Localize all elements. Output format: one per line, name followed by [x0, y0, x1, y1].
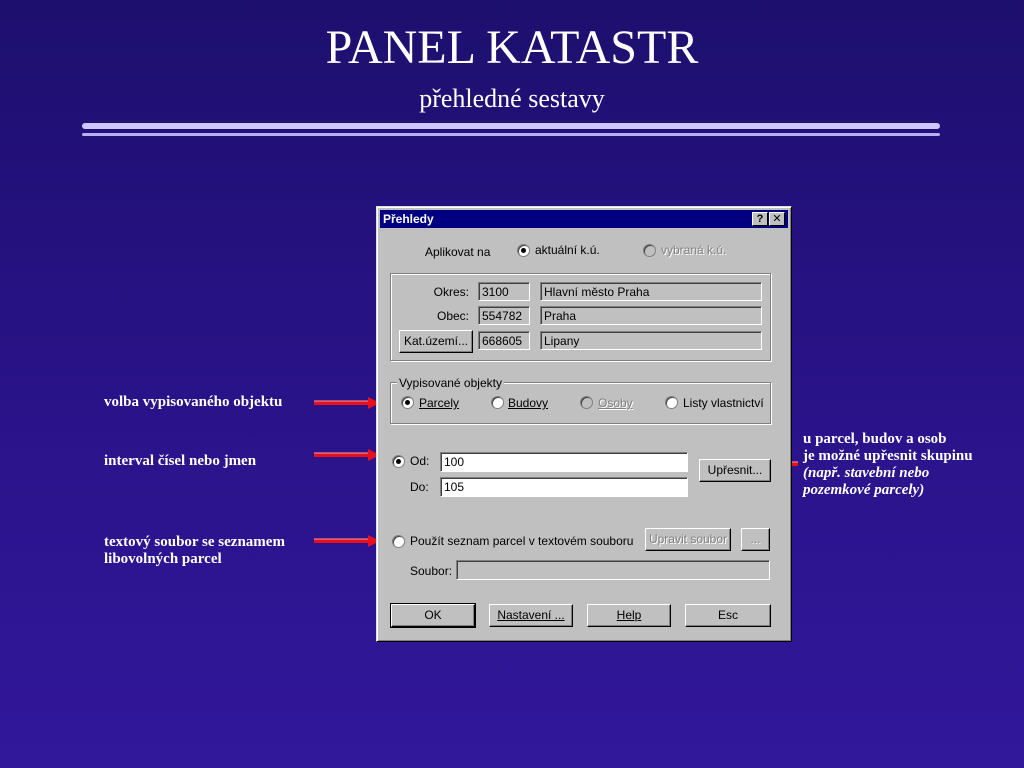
ku-name-field[interactable]: Lipany: [540, 331, 762, 350]
title-divider-thin: [82, 133, 940, 136]
prehledy-dialog: Přehledy ? ✕ Aplikovat na aktuální k.ú. …: [376, 206, 792, 642]
osoby-radio[interactable]: [580, 396, 593, 409]
dialog-titlebar[interactable]: Přehledy ? ✕: [380, 210, 788, 228]
apply-current-label[interactable]: aktuální k.ú.: [535, 243, 600, 257]
arrow-right-icon: [314, 397, 380, 409]
parcely-radio[interactable]: [401, 396, 414, 409]
edit-file-button[interactable]: Upravit soubor: [645, 528, 731, 551]
settings-button[interactable]: Nastavení ...: [489, 604, 573, 627]
budovy-label[interactable]: Budovy: [508, 396, 548, 410]
od-input[interactable]: 100: [440, 452, 688, 472]
close-icon[interactable]: ✕: [769, 212, 785, 226]
note-textfile: textový soubor se seznamem libovolných p…: [104, 534, 285, 568]
help-button-label: Help: [616, 608, 642, 622]
budovy-radio[interactable]: [491, 396, 504, 409]
note-textfile-line: libovolných parcel: [104, 551, 222, 567]
browse-button[interactable]: ...: [741, 528, 770, 551]
note-refine: u parcel, budov a osob je možné upřesnit…: [803, 431, 973, 499]
obec-name-field[interactable]: Praha: [540, 306, 762, 325]
obec-label: Obec:: [436, 309, 469, 323]
slide-title: PANEL KATASTR: [325, 21, 699, 74]
note-refine-line: je možné upřesnit skupinu: [803, 448, 973, 464]
note-refine-line: pozemkové parcely): [803, 482, 925, 498]
use-list-radio[interactable]: [392, 535, 405, 548]
kat-uzemi-button[interactable]: Kat.území...: [399, 330, 473, 353]
help-icon[interactable]: ?: [752, 212, 768, 226]
od-label: Od:: [410, 454, 430, 468]
okres-code-field[interactable]: 3100: [478, 282, 530, 301]
okres-label: Okres:: [433, 285, 469, 299]
file-input[interactable]: [456, 560, 770, 580]
note-textfile-line: textový soubor se seznamem: [104, 534, 285, 550]
objects-group-title: Vypisované objekty: [397, 376, 504, 390]
okres-name-field[interactable]: Hlavní město Praha: [540, 282, 762, 301]
apply-selected-radio[interactable]: [643, 244, 656, 257]
do-label: Do:: [410, 480, 429, 494]
ok-button[interactable]: OK: [390, 603, 476, 628]
ku-code-field[interactable]: 668605: [478, 331, 530, 350]
use-list-label[interactable]: Použít seznam parcel v textovém souboru: [410, 534, 633, 548]
note-refine-line: u parcel, budov a osob: [803, 431, 947, 447]
apply-selected-label[interactable]: vybraná k.ú.: [661, 243, 726, 257]
refine-button[interactable]: Upřesnit...: [699, 459, 771, 482]
note-refine-line: (např. stavební nebo: [803, 465, 930, 481]
apply-label: Aplikovat na: [425, 245, 491, 259]
interval-radio[interactable]: [392, 455, 405, 468]
arrow-right-icon: [314, 535, 380, 547]
esc-button[interactable]: Esc: [685, 604, 771, 627]
parcely-label[interactable]: Parcely: [419, 396, 459, 410]
title-divider: [82, 123, 940, 129]
note-object-choice: volba vypisovaného objektu: [104, 394, 283, 410]
help-button[interactable]: Help: [587, 604, 671, 627]
apply-current-radio[interactable]: [517, 244, 530, 257]
obec-code-field[interactable]: 554782: [478, 306, 530, 325]
osoby-label[interactable]: Osoby: [598, 396, 633, 410]
do-input[interactable]: 105: [440, 477, 688, 497]
settings-button-label: Nastavení ...: [497, 608, 565, 622]
arrow-right-icon: [314, 449, 380, 461]
file-label: Soubor:: [410, 564, 453, 578]
slide-subtitle: přehledné sestavy: [419, 84, 605, 113]
dialog-title: Přehledy: [383, 212, 434, 226]
note-interval: interval čísel nebo jmen: [104, 453, 257, 469]
listy-radio[interactable]: [665, 396, 678, 409]
listy-label[interactable]: Listy vlastnictví: [683, 396, 764, 410]
